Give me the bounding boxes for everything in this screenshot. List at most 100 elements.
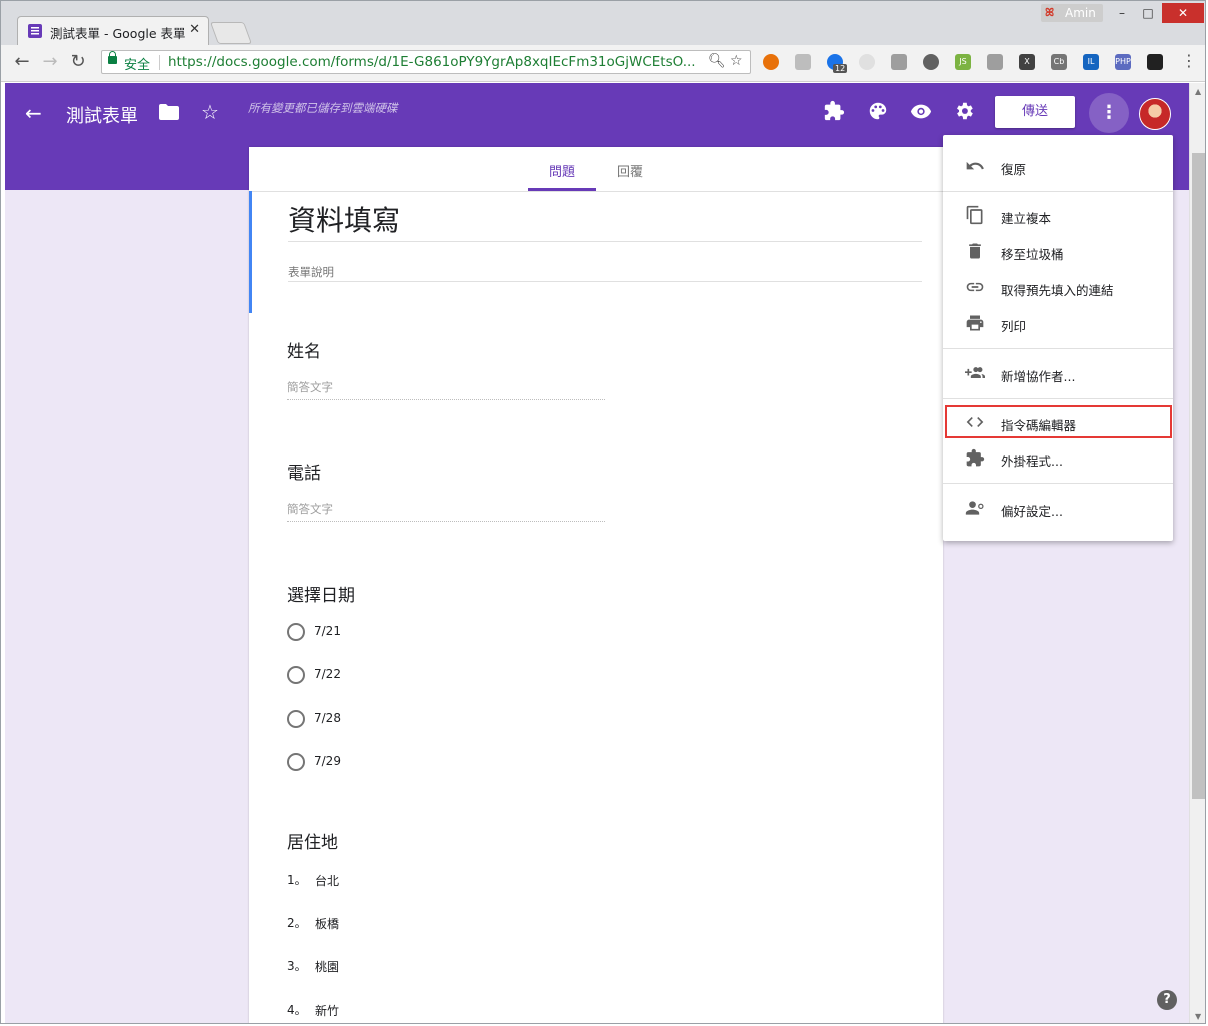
dropdown-option-label[interactable]: 台北 bbox=[315, 872, 339, 889]
maximize-icon[interactable]: □ bbox=[1135, 3, 1161, 23]
browser-menu-icon[interactable]: ⋮ bbox=[1181, 51, 1197, 70]
title-underline bbox=[288, 241, 922, 242]
menu-divider bbox=[943, 483, 1173, 484]
browser-toolbar: ← → ↻ 安全 https://docs.google.com/forms/d… bbox=[1, 45, 1205, 82]
ext-shield-icon[interactable] bbox=[987, 54, 1003, 70]
ext-js-icon[interactable]: JS bbox=[955, 54, 971, 70]
address-bar[interactable]: 安全 https://docs.google.com/forms/d/1E-G8… bbox=[101, 50, 751, 74]
highlight-box bbox=[945, 405, 1172, 438]
zoom-icon[interactable]: 🔍︎ bbox=[708, 53, 726, 69]
ext-orange-icon[interactable] bbox=[763, 54, 779, 70]
ext-cb-icon[interactable]: Cb bbox=[1051, 54, 1067, 70]
form-tabs: 問題 回覆 bbox=[249, 147, 943, 192]
menu-item-add-collaborators[interactable]: 新增協作者... bbox=[943, 356, 1173, 392]
person-settings-icon bbox=[963, 498, 987, 520]
description-underline bbox=[288, 281, 922, 282]
menu-item-preferences[interactable]: 偏好設定... bbox=[943, 491, 1173, 527]
question-title-phone[interactable]: 電話 bbox=[287, 459, 321, 484]
form-description[interactable]: 表單說明 bbox=[288, 264, 334, 280]
help-icon[interactable]: ? bbox=[1157, 990, 1177, 1010]
option-label: 7/21 bbox=[314, 624, 341, 638]
avatar[interactable] bbox=[1139, 98, 1171, 130]
palette-icon[interactable] bbox=[867, 100, 889, 127]
folder-icon[interactable] bbox=[159, 101, 179, 125]
more-options-icon[interactable]: ⋮ bbox=[1089, 93, 1129, 133]
tab-close-icon[interactable]: ✕ bbox=[189, 22, 200, 37]
ext-eye-icon[interactable] bbox=[923, 54, 939, 70]
window-close-icon[interactable]: ✕ bbox=[1162, 3, 1204, 23]
dropdown-option-label[interactable]: 板橋 bbox=[315, 915, 339, 932]
menu-item-addons[interactable]: 外掛程式... bbox=[943, 441, 1173, 477]
browser-tab[interactable]: 測試表單 - Google 表單 ✕ bbox=[17, 16, 209, 46]
menu-item-print[interactable]: 列印 bbox=[943, 306, 1173, 342]
extension-badge: 12 bbox=[833, 64, 848, 73]
title-bar: 測試表單 - Google 表單 ✕ ꕤ Amin – □ ✕ bbox=[1, 1, 1205, 46]
option-label: 7/22 bbox=[314, 667, 341, 681]
profile-name: Amin bbox=[1065, 6, 1096, 20]
profile-badge[interactable]: ꕤ Amin bbox=[1041, 4, 1103, 22]
star-icon[interactable]: ☆ bbox=[201, 100, 219, 124]
menu-divider bbox=[943, 398, 1173, 399]
back-arrow-icon[interactable]: ← bbox=[25, 101, 42, 125]
ext-il-icon[interactable]: IL bbox=[1083, 54, 1099, 70]
menu-item-trash[interactable]: 移至垃圾桶 bbox=[943, 234, 1173, 270]
scroll-up-icon[interactable]: ▲ bbox=[1195, 87, 1201, 96]
ext-gray2-icon[interactable] bbox=[859, 54, 875, 70]
ext-php-icon[interactable]: PHP bbox=[1115, 54, 1131, 70]
bookmark-star-icon[interactable]: ☆ bbox=[730, 53, 743, 69]
question-title-name[interactable]: 姓名 bbox=[287, 337, 321, 362]
menu-item-label: 新增協作者... bbox=[1001, 369, 1076, 384]
menu-item-label: 移至垃圾桶 bbox=[1001, 247, 1064, 262]
menu-item-make-copy[interactable]: 建立複本 bbox=[943, 198, 1173, 234]
dropdown-option-label[interactable]: 桃園 bbox=[315, 958, 339, 975]
option-label: 7/28 bbox=[314, 711, 341, 725]
reload-icon[interactable]: ↻ bbox=[67, 51, 89, 73]
tab-responses[interactable]: 回覆 bbox=[617, 161, 643, 180]
profile-icon: ꕤ bbox=[1045, 6, 1055, 19]
question-title-residence[interactable]: 居住地 bbox=[287, 828, 338, 853]
radio-circle-icon bbox=[287, 623, 305, 641]
forward-icon[interactable]: → bbox=[39, 51, 61, 73]
more-options-menu: 復原 建立複本 移至垃圾桶 取得預先填入的連結 列印 新增協作者... 指令碼編… bbox=[943, 135, 1173, 541]
dropdown-option-label[interactable]: 新竹 bbox=[315, 1002, 339, 1019]
trash-icon bbox=[963, 241, 987, 263]
minimize-icon[interactable]: – bbox=[1109, 3, 1135, 23]
radio-circle-icon bbox=[287, 753, 305, 771]
puzzle-icon bbox=[963, 448, 987, 470]
settings-gear-icon[interactable] bbox=[953, 100, 975, 127]
menu-item-label: 列印 bbox=[1001, 319, 1027, 334]
ext-gray-icon[interactable] bbox=[795, 54, 811, 70]
back-icon[interactable]: ← bbox=[11, 51, 33, 73]
menu-item-label: 外掛程式... bbox=[1001, 454, 1063, 469]
page-scrollbar[interactable]: ▲ ▼ bbox=[1189, 83, 1205, 1023]
save-status: 所有變更都已儲存到雲端硬碟 bbox=[248, 101, 398, 115]
ext-x-icon[interactable]: X bbox=[1019, 54, 1035, 70]
link-icon bbox=[963, 277, 987, 299]
menu-item-prefilled-link[interactable]: 取得預先填入的連結 bbox=[943, 270, 1173, 306]
new-tab-button[interactable] bbox=[209, 22, 253, 44]
menu-item-label: 偏好設定... bbox=[1001, 504, 1063, 519]
ext-terminal-icon[interactable] bbox=[1147, 54, 1163, 70]
dropdown-option-number: 2。 bbox=[287, 916, 307, 930]
radio-circle-icon bbox=[287, 710, 305, 728]
scroll-down-icon[interactable]: ▼ bbox=[1195, 1012, 1201, 1021]
addons-icon[interactable] bbox=[823, 100, 845, 127]
ext-pdf-icon[interactable] bbox=[891, 54, 907, 70]
browser-window: 測試表單 - Google 表單 ✕ ꕤ Amin – □ ✕ ← → ↻ 安全… bbox=[0, 0, 1206, 1024]
preview-eye-icon[interactable] bbox=[909, 100, 933, 127]
menu-divider bbox=[943, 191, 1173, 192]
question-title-date[interactable]: 選擇日期 bbox=[287, 581, 355, 606]
tab-title: 測試表單 - Google 表單 bbox=[50, 26, 186, 41]
short-answer-placeholder: 簡答文字 bbox=[287, 379, 605, 400]
menu-item-undo[interactable]: 復原 bbox=[943, 149, 1173, 185]
form-header-section[interactable]: 資料填寫 表單說明 bbox=[249, 191, 943, 313]
form-title[interactable]: 資料填寫 bbox=[288, 199, 400, 239]
send-button[interactable]: 傳送 bbox=[995, 96, 1075, 128]
tab-questions[interactable]: 問題 bbox=[549, 161, 575, 180]
url-text: https://docs.google.com/forms/d/1E-G861o… bbox=[168, 54, 696, 70]
scroll-thumb[interactable] bbox=[1192, 153, 1205, 799]
radio-circle-icon bbox=[287, 666, 305, 684]
menu-divider bbox=[943, 348, 1173, 349]
form-doc-title[interactable]: 測試表單 bbox=[66, 102, 138, 128]
dropdown-option-number: 3。 bbox=[287, 959, 307, 973]
